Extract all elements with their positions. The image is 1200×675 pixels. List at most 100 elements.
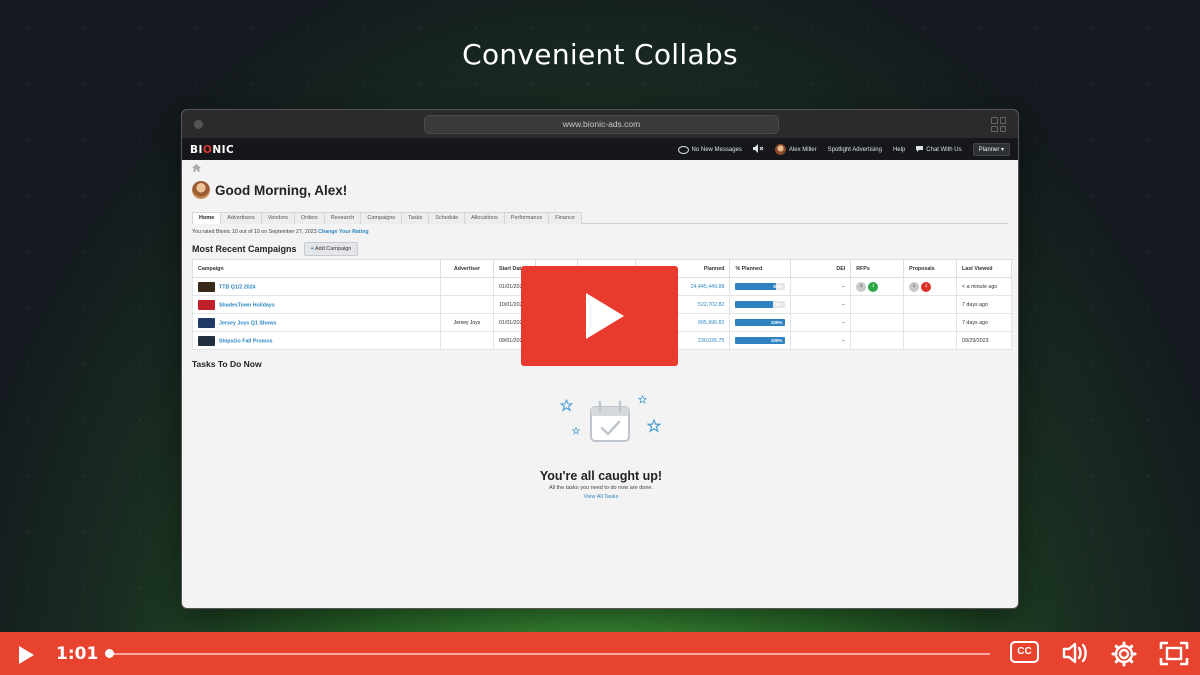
fullscreen-icon[interactable] [1159, 641, 1189, 666]
dei-value: -- [790, 277, 852, 296]
campaign-thumbnail [198, 281, 215, 292]
add-campaign-button[interactable]: + Add Campaign [303, 242, 359, 256]
advertiser-logo[interactable] [440, 277, 494, 296]
col-rfps[interactable]: RFPs [850, 259, 905, 278]
volume-icon[interactable] [1061, 640, 1089, 666]
pct-planned-cell: 76% [729, 295, 792, 314]
campaign-link[interactable]: Jersey Joys Q1 Shows [219, 320, 276, 326]
user-avatar-large [192, 181, 210, 199]
breadcrumb [192, 160, 1008, 179]
pct-planned-cell: 100% [729, 331, 792, 350]
pct-planned-bar: 100% [735, 337, 786, 344]
advertiser-logo[interactable] [440, 331, 494, 350]
col-campaign[interactable]: Campaign [191, 259, 442, 278]
bionic-logo[interactable]: BIONIC [190, 144, 234, 156]
settings-gear-icon[interactable] [1111, 641, 1137, 667]
window-dot-icon[interactable] [194, 120, 203, 129]
pct-planned-bar: 76% [735, 301, 786, 308]
rfps-cell [850, 331, 905, 350]
tab-vendors[interactable]: Vendors [260, 212, 295, 224]
campaigns-title: Most Recent Campaigns [192, 244, 297, 254]
tab-campaigns[interactable]: Campaigns [360, 212, 403, 224]
caught-up-headline: You're all caught up! [539, 469, 663, 483]
campaign-thumbnail [198, 335, 215, 346]
tab-allocations[interactable]: Allocations [464, 212, 505, 224]
user-menu[interactable]: Alex Miller [774, 144, 817, 155]
dei-value: -- [790, 295, 852, 314]
tab-tasks[interactable]: Tasks [401, 212, 430, 224]
tab-finance[interactable]: Finance [548, 212, 582, 224]
tab-performance[interactable]: Performance [503, 212, 550, 224]
star-icon [560, 399, 573, 412]
tab-orders[interactable]: Orders [293, 212, 325, 224]
current-time: 1:01 [56, 644, 99, 664]
pct-planned-bar: 100% [735, 319, 786, 326]
rating-line: You rated Bionic 10 out of 10 on Septemb… [192, 229, 369, 235]
star-icon [638, 395, 647, 404]
tab-advertisers[interactable]: Advertisers [220, 212, 262, 224]
rfps-cell [850, 313, 905, 332]
campaign-cell[interactable]: TTB Q1/2 2024 [191, 277, 442, 296]
dei-value: -- [790, 331, 852, 350]
rfp-count-badge[interactable]: 3 [856, 281, 867, 292]
chat-icon [916, 145, 924, 154]
tab-research[interactable]: Research [323, 212, 362, 224]
proposal-alert-badge[interactable]: 1 [921, 281, 932, 292]
proposals-cell [903, 295, 958, 314]
rfp-accepted-badge[interactable]: 1 [868, 281, 879, 292]
col-dei[interactable]: DEI [790, 259, 852, 278]
star-icon [647, 419, 661, 433]
campaign-thumbnail [198, 317, 215, 328]
tab-home[interactable]: Home [192, 212, 222, 224]
proposal-count-badge[interactable]: 1 [909, 281, 920, 292]
greeting-text: Good Morning, Alex! [215, 182, 348, 198]
campaign-cell[interactable]: Jersey Joys Q1 Shows [191, 313, 442, 332]
messages-link[interactable]: No New Messages [677, 145, 742, 154]
captions-button[interactable]: CC [1010, 641, 1039, 663]
calendar-check-icon [590, 400, 630, 442]
campaign-thumbnail [198, 299, 215, 310]
chat-with-us-button[interactable]: Chat With Us [916, 145, 962, 154]
campaign-cell[interactable]: ShipsGo Fall Promos [191, 331, 442, 350]
pct-planned-cell: 100% [729, 313, 792, 332]
last-viewed: < a minute ago [956, 277, 1012, 296]
video-play-button[interactable] [521, 266, 678, 366]
col-last-viewed[interactable]: Last Viewed [956, 259, 1012, 278]
progress-track[interactable] [109, 653, 990, 655]
slide-title: Convenient Collabs [462, 38, 738, 71]
tab-grid-icon[interactable] [991, 117, 1006, 132]
home-icon[interactable] [192, 164, 201, 175]
campaign-link[interactable]: TTB Q1/2 2024 [219, 284, 256, 290]
org-link[interactable]: Spotlight Advertising [828, 147, 882, 153]
campaign-cell[interactable]: ShadesTown Holidays [191, 295, 442, 314]
last-viewed: 7 days ago [956, 295, 1012, 314]
proposals-cell [903, 313, 958, 332]
progress-knob[interactable] [105, 649, 114, 658]
browser-chrome: www.bionic-ads.com [182, 110, 1018, 139]
proposals-cell [903, 331, 958, 350]
chat-bubble-icon [677, 145, 689, 154]
star-icon [572, 427, 580, 435]
campaign-link[interactable]: ShipsGo Fall Promos [219, 338, 273, 344]
col-pct-planned[interactable]: % Planned [729, 259, 792, 278]
play-icon[interactable] [19, 646, 34, 664]
plus-icon: + [310, 246, 314, 252]
pct-planned-cell: 81% [729, 277, 792, 296]
change-rating-link[interactable]: Change Your Rating [318, 229, 368, 235]
col-advertiser[interactable]: Advertiser [440, 259, 494, 278]
mute-icon[interactable] [752, 144, 764, 155]
help-link[interactable]: Help [893, 147, 905, 153]
tab-schedule[interactable]: Schedule [428, 212, 466, 224]
rfps-cell: 31 [850, 277, 905, 296]
advertiser-logo[interactable]: Jersey Joys [440, 313, 494, 332]
col-proposals[interactable]: Proposals [903, 259, 958, 278]
role-dropdown[interactable]: Planner ▾ [972, 143, 1010, 156]
view-all-tasks-link[interactable]: View All Tasks [192, 494, 1010, 500]
play-triangle-icon [586, 293, 624, 339]
campaign-link[interactable]: ShadesTown Holidays [219, 302, 275, 308]
pct-planned-bar: 81% [735, 283, 786, 290]
greeting: Good Morning, Alex! [192, 181, 1008, 199]
advertiser-logo[interactable] [440, 295, 494, 314]
video-control-bar: 1:01 CC [0, 632, 1200, 675]
address-bar[interactable]: www.bionic-ads.com [424, 115, 779, 134]
